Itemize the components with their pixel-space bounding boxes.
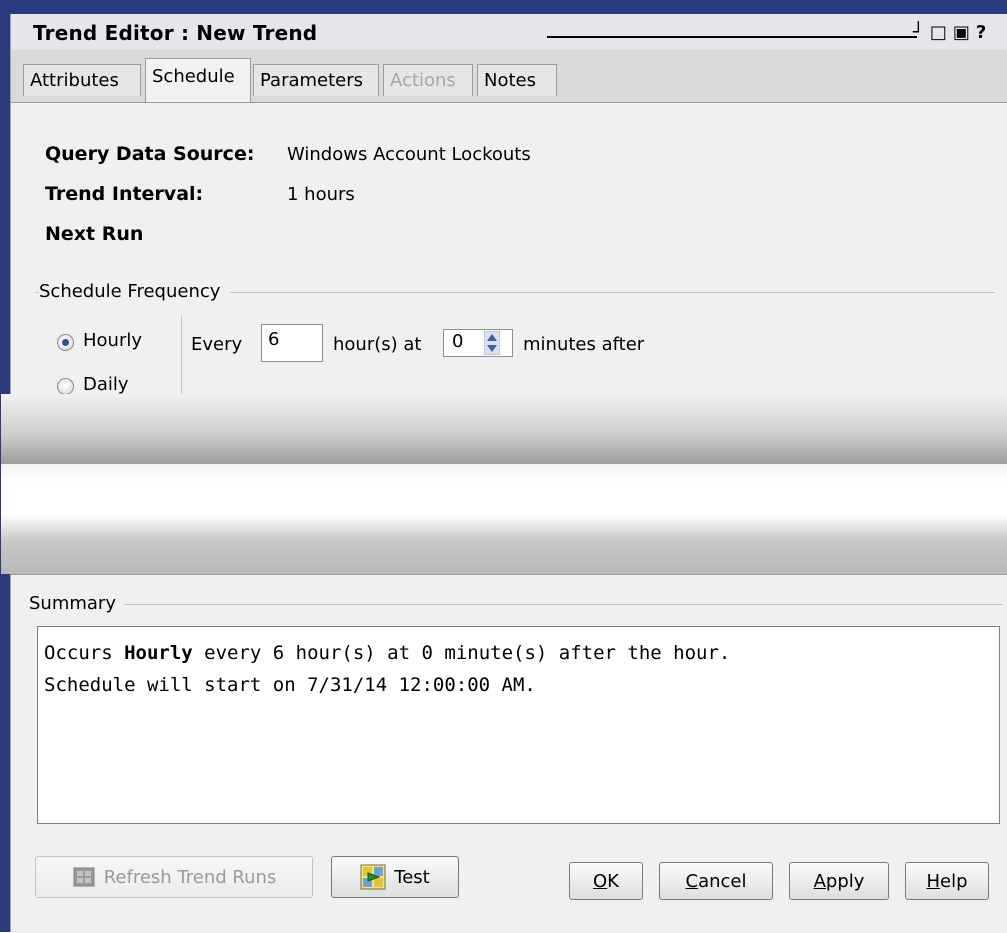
window-controls-icon[interactable]: ┘□▣? (913, 22, 992, 43)
summary-textbox[interactable]: Occurs Hourly every 6 hour(s) at 0 minut… (37, 626, 1000, 824)
query-source-value: Windows Account Lockouts (287, 144, 531, 165)
help-label: Help (926, 870, 968, 892)
tab-parameters[interactable]: Parameters (253, 64, 379, 96)
summary-line-1: Occurs Hourly every 6 hour(s) at 0 minut… (44, 637, 993, 669)
blur-band-bottom (1, 514, 1007, 574)
apply-label: Apply (813, 870, 865, 892)
trend-editor-window: Trend Editor : New Trend ┘□▣? Attributes… (1, 14, 1007, 933)
refresh-trend-runs-label: Refresh Trend Runs (103, 866, 277, 888)
test-button[interactable]: Test (331, 856, 459, 898)
window-title: Trend Editor : New Trend (33, 21, 318, 45)
minutes-value: 0 (452, 331, 464, 352)
minutes-stepper[interactable]: 0 (443, 329, 513, 357)
tab-attributes[interactable]: Attributes (23, 64, 141, 96)
daily-label[interactable]: Daily (83, 374, 129, 395)
summary-line-2: Schedule will start on 7/31/14 12:00:00 … (44, 674, 536, 696)
hourly-radio[interactable] (57, 334, 74, 351)
refresh-trend-runs-button: Refresh Trend Runs (35, 856, 313, 898)
blur-band-top (1, 394, 1007, 464)
torn-gap (1, 464, 1007, 514)
hours-suffix-label: hour(s) at (333, 334, 422, 355)
summary-line-1-bold: Hourly (124, 642, 193, 664)
tab-schedule[interactable]: Schedule (145, 58, 251, 102)
schedule-frequency-title: Schedule Frequency (39, 281, 231, 302)
cancel-button[interactable]: Cancel (659, 862, 773, 900)
cancel-label: Cancel (685, 870, 747, 892)
daily-radio[interactable] (57, 378, 74, 395)
summary-line-1-rest: every 6 hour(s) at 0 minute(s) after the… (192, 642, 731, 664)
minutes-suffix-label: minutes after (523, 334, 645, 355)
apply-button[interactable]: Apply (789, 862, 889, 900)
help-button[interactable]: Help (905, 862, 989, 900)
next-run-label: Next Run (45, 223, 144, 245)
summary-rule (121, 604, 1003, 605)
window-frame: Trend Editor : New Trend ┘□▣? Attributes… (0, 0, 1007, 933)
hours-input[interactable]: 6 (261, 324, 323, 362)
spinner-arrows-icon[interactable] (484, 331, 500, 355)
test-run-icon (360, 864, 386, 890)
hourly-label[interactable]: Hourly (83, 330, 142, 351)
ok-button[interactable]: OK (569, 862, 643, 900)
trend-interval-value: 1 hours (287, 184, 355, 205)
ok-label: OK (593, 870, 619, 892)
title-bar[interactable]: Trend Editor : New Trend ┘□▣? (11, 14, 1007, 51)
summary-title: Summary (29, 593, 124, 614)
title-bar-rule (547, 36, 917, 38)
trend-interval-label: Trend Interval: (45, 183, 204, 205)
query-source-label: Query Data Source: (45, 143, 255, 165)
refresh-grid-icon (73, 867, 95, 887)
test-label: Test (394, 866, 430, 888)
tab-actions: Actions (383, 64, 473, 96)
tab-bar: Attributes Schedule Parameters Actions N… (11, 50, 1007, 102)
summary-line-1-prefix: Occurs (44, 642, 125, 664)
tab-notes[interactable]: Notes (477, 64, 557, 96)
every-label: Every (191, 334, 243, 355)
